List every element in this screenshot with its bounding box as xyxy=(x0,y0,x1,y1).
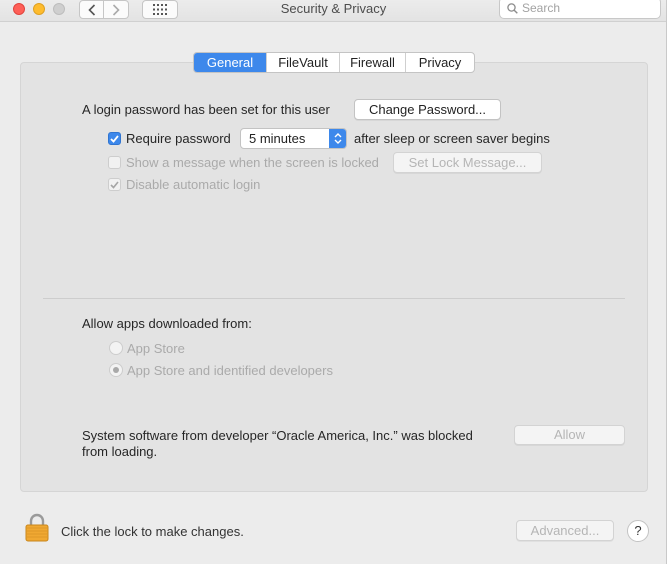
tab-general[interactable]: General xyxy=(194,53,266,72)
app-store-radio[interactable] xyxy=(109,341,123,355)
disable-auto-login-label: Disable automatic login xyxy=(126,177,261,192)
advanced-button[interactable]: Advanced... xyxy=(516,520,614,541)
select-value: 5 minutes xyxy=(249,131,306,146)
search-icon xyxy=(507,2,518,14)
require-password-delay-select[interactable]: 5 minutes xyxy=(240,128,347,149)
change-password-button[interactable]: Change Password... xyxy=(354,99,501,120)
identified-developers-radio[interactable] xyxy=(109,363,123,377)
search-field[interactable] xyxy=(499,0,661,19)
require-password-checkbox[interactable] xyxy=(108,132,121,145)
search-input[interactable] xyxy=(522,1,652,15)
tab-bar: General FileVault Firewall Privacy xyxy=(193,52,475,73)
tab-filevault[interactable]: FileVault xyxy=(266,53,339,72)
checkmark-icon xyxy=(110,134,119,143)
title-bar: Security & Privacy xyxy=(0,0,666,22)
identified-developers-label: App Store and identified developers xyxy=(127,363,333,378)
lock-hint-text: Click the lock to make changes. xyxy=(61,524,244,539)
checkmark-icon xyxy=(110,180,119,189)
after-sleep-text: after sleep or screen saver begins xyxy=(354,131,550,146)
login-password-text: A login password has been set for this u… xyxy=(82,102,330,117)
section-divider xyxy=(43,298,625,299)
show-message-label: Show a message when the screen is locked xyxy=(126,155,379,170)
help-button[interactable]: ? xyxy=(627,520,649,542)
set-lock-message-button[interactable]: Set Lock Message... xyxy=(393,152,542,173)
disable-auto-login-checkbox[interactable] xyxy=(108,178,121,191)
tab-privacy[interactable]: Privacy xyxy=(405,53,474,72)
allow-apps-heading: Allow apps downloaded from: xyxy=(82,316,252,331)
preferences-window: Security & Privacy General FileVault Fir… xyxy=(0,0,667,564)
app-store-label: App Store xyxy=(127,341,185,356)
blocked-software-text-line2: from loading. xyxy=(82,444,158,459)
chevron-updown-icon xyxy=(329,129,346,148)
tab-firewall[interactable]: Firewall xyxy=(339,53,405,72)
lock-icon xyxy=(25,513,49,542)
blocked-software-text-line1: System software from developer “Oracle A… xyxy=(82,428,473,443)
radio-selected-dot xyxy=(113,367,119,373)
lock-button[interactable] xyxy=(25,513,49,542)
show-message-checkbox[interactable] xyxy=(108,156,121,169)
require-password-label: Require password xyxy=(126,131,231,146)
allow-button[interactable]: Allow xyxy=(514,425,625,445)
